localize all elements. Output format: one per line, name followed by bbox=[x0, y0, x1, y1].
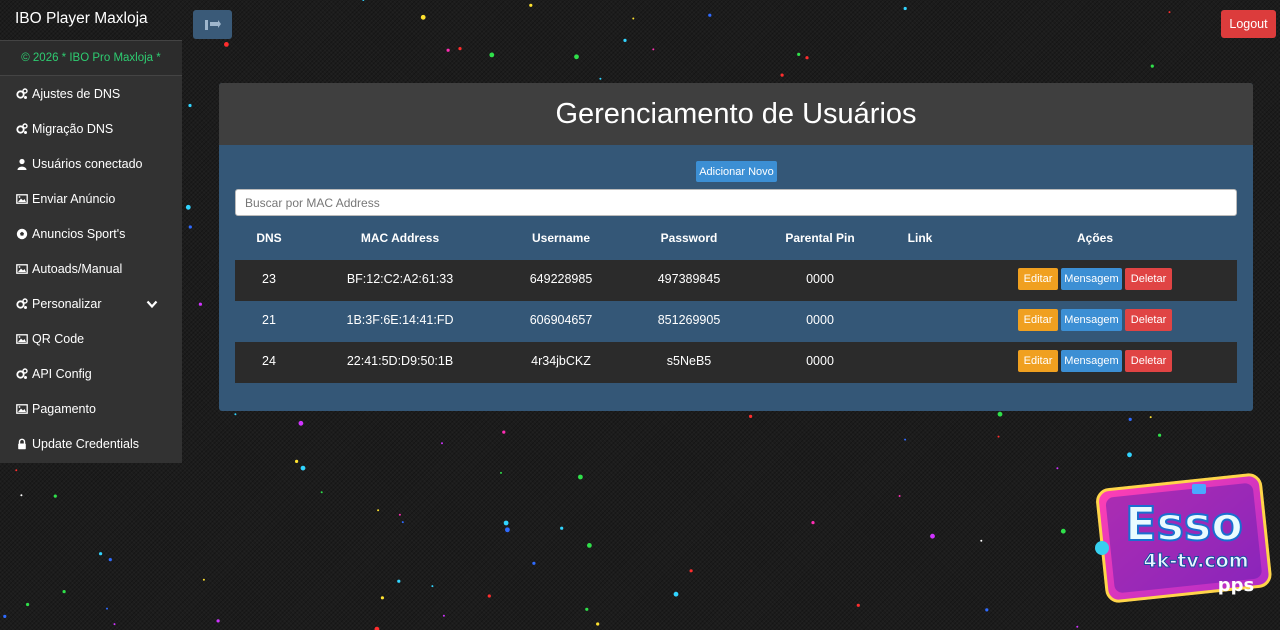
gears-icon bbox=[15, 298, 28, 311]
image-icon bbox=[15, 263, 28, 276]
sidebar-item-usuarios-conectado[interactable]: Usuários conectado bbox=[0, 146, 182, 181]
sidebar-item-label: Personalizar bbox=[32, 297, 102, 312]
sidebar-item-qr-code[interactable]: QR Code bbox=[0, 322, 182, 357]
message-button[interactable]: Mensagem bbox=[1061, 350, 1122, 372]
gears-icon bbox=[15, 122, 28, 135]
sidebar-item-update-credentials[interactable]: Update Credentials bbox=[0, 427, 182, 462]
svg-text:4k-tv.com: 4k-tv.com bbox=[1144, 550, 1249, 572]
sidebar: © 2026 * IBO Pro Maxloja * Ajustes de DN… bbox=[0, 40, 182, 463]
row-actions: Editar Mensagem Deletar bbox=[1018, 350, 1172, 372]
column-header-mac: MAC Address bbox=[360, 231, 440, 245]
cell-password: 497389845 bbox=[657, 272, 721, 286]
sidebar-item-personalizar[interactable]: Personalizar bbox=[0, 287, 182, 322]
sidebar-item-anuncios-sport-s[interactable]: Anuncios Sport's bbox=[0, 216, 182, 251]
column-header-password: Password bbox=[660, 231, 718, 245]
edit-button[interactable]: Editar bbox=[1018, 268, 1058, 290]
sidebar-item-label: Enviar Anúncio bbox=[32, 191, 116, 206]
user-icon bbox=[15, 157, 28, 170]
sidebar-item-autoads-manual[interactable]: Autoads/Manual bbox=[0, 251, 182, 286]
logout-button[interactable]: Logout bbox=[1221, 10, 1276, 38]
sidebar-item-label: Migração DNS bbox=[32, 121, 114, 136]
users-table-body: 23 BF:12:C2:A2:61:33 649228985 497389845 000… bbox=[235, 260, 1237, 383]
sidebar-toggle-button[interactable] bbox=[193, 10, 232, 39]
edit-button[interactable]: Editar bbox=[1018, 350, 1058, 372]
row-actions: Editar Mensagem Deletar bbox=[1018, 309, 1172, 331]
cell-dns: 21 bbox=[262, 313, 276, 327]
cell-dns: 24 bbox=[262, 354, 276, 368]
mac-search-input[interactable] bbox=[235, 189, 1237, 216]
column-header-link: Link bbox=[907, 231, 933, 245]
cell-password: s5NeB5 bbox=[666, 354, 712, 368]
cell-password: 851269905 bbox=[657, 313, 721, 327]
delete-button[interactable]: Deletar bbox=[1125, 350, 1172, 372]
sidebar-item-label: Ajustes de DNS bbox=[32, 86, 121, 101]
sidebar-item-migracao-dns[interactable]: Migração DNS bbox=[0, 111, 182, 146]
sidebar-item-label: Autoads/Manual bbox=[32, 262, 123, 277]
sidebar-item-ajustes-de-dns[interactable]: Ajustes de DNS bbox=[0, 76, 182, 111]
cell-username: 649228985 bbox=[529, 272, 593, 286]
delete-button[interactable]: Deletar bbox=[1125, 309, 1172, 331]
chevron-down-icon[interactable] bbox=[146, 298, 158, 310]
lock-icon bbox=[15, 438, 28, 451]
cell-dns: 23 bbox=[262, 272, 276, 286]
column-header-username: Username bbox=[531, 231, 591, 245]
page-title: Gerenciamento de Usuários bbox=[219, 83, 1253, 145]
table-row: 21 1B:3F:6E:14:41:FD 606904657 851269905 000… bbox=[235, 301, 1237, 342]
image-icon bbox=[15, 403, 28, 416]
menu-toggle-icon bbox=[204, 19, 221, 30]
image-icon bbox=[15, 333, 28, 346]
table-row: 23 BF:12:C2:A2:61:33 649228985 497389845 000… bbox=[235, 260, 1237, 301]
table-header: DNS MAC Address Username Password Parent… bbox=[235, 231, 1237, 251]
svg-text:pps: pps bbox=[1218, 575, 1254, 596]
sidebar-item-label: Anuncios Sport's bbox=[32, 226, 126, 241]
sidebar-item-pagamento[interactable]: Pagamento bbox=[0, 392, 182, 427]
column-header-dns: DNS bbox=[256, 231, 282, 245]
delete-button[interactable]: Deletar bbox=[1125, 268, 1172, 290]
cell-parental-pin: 0000 bbox=[806, 272, 834, 286]
cell-mac-address: BF:12:C2:A2:61:33 bbox=[346, 272, 454, 286]
edit-button[interactable]: Editar bbox=[1018, 309, 1058, 331]
cell-parental-pin: 0000 bbox=[806, 313, 834, 327]
sidebar-item-enviar-anuncio[interactable]: Enviar Anúncio bbox=[0, 181, 182, 216]
top-navbar: IBO Player Maxloja Logout bbox=[0, 0, 1280, 40]
svg-text:Esso: Esso bbox=[1125, 497, 1243, 551]
esso-promo-logo: Esso 4k-tv.com pps bbox=[1095, 473, 1272, 603]
cell-parental-pin: 0000 bbox=[806, 354, 834, 368]
soccer-ball-icon bbox=[15, 227, 28, 240]
sidebar-item-label: Usuários conectado bbox=[32, 156, 143, 171]
cell-username: 4r34jbCKZ bbox=[531, 354, 591, 368]
sidebar-item-api-config[interactable]: API Config bbox=[0, 357, 182, 392]
table-row: 24 22:41:5D:D9:50:1B 4r34jbCKZ s5NeB5 0000 Ed… bbox=[235, 342, 1237, 383]
column-header-parental-pin: Parental Pin bbox=[785, 231, 855, 245]
sidebar-item-label: API Config bbox=[32, 367, 92, 382]
sidebar-item-label: Update Credentials bbox=[32, 437, 140, 452]
add-new-button[interactable]: Adicionar Novo bbox=[696, 161, 777, 182]
app-title: IBO Player Maxloja bbox=[15, 10, 148, 27]
message-button[interactable]: Mensagem bbox=[1061, 268, 1122, 290]
gears-icon bbox=[15, 368, 28, 381]
cell-mac-address: 1B:3F:6E:14:41:FD bbox=[346, 313, 454, 327]
user-management-panel: Gerenciamento de Usuários Adicionar Novo… bbox=[219, 83, 1253, 411]
row-actions: Editar Mensagem Deletar bbox=[1018, 268, 1172, 290]
message-button[interactable]: Mensagem bbox=[1061, 309, 1122, 331]
sidebar-copyright: © 2026 * IBO Pro Maxloja * bbox=[0, 40, 182, 76]
cell-mac-address: 22:41:5D:D9:50:1B bbox=[346, 354, 454, 368]
sidebar-item-label: QR Code bbox=[32, 332, 85, 347]
sidebar-item-label: Pagamento bbox=[32, 402, 96, 417]
cell-username: 606904657 bbox=[529, 313, 593, 327]
gears-icon bbox=[15, 87, 28, 100]
column-header-actions: Ações bbox=[1076, 231, 1114, 245]
image-icon bbox=[15, 192, 28, 205]
